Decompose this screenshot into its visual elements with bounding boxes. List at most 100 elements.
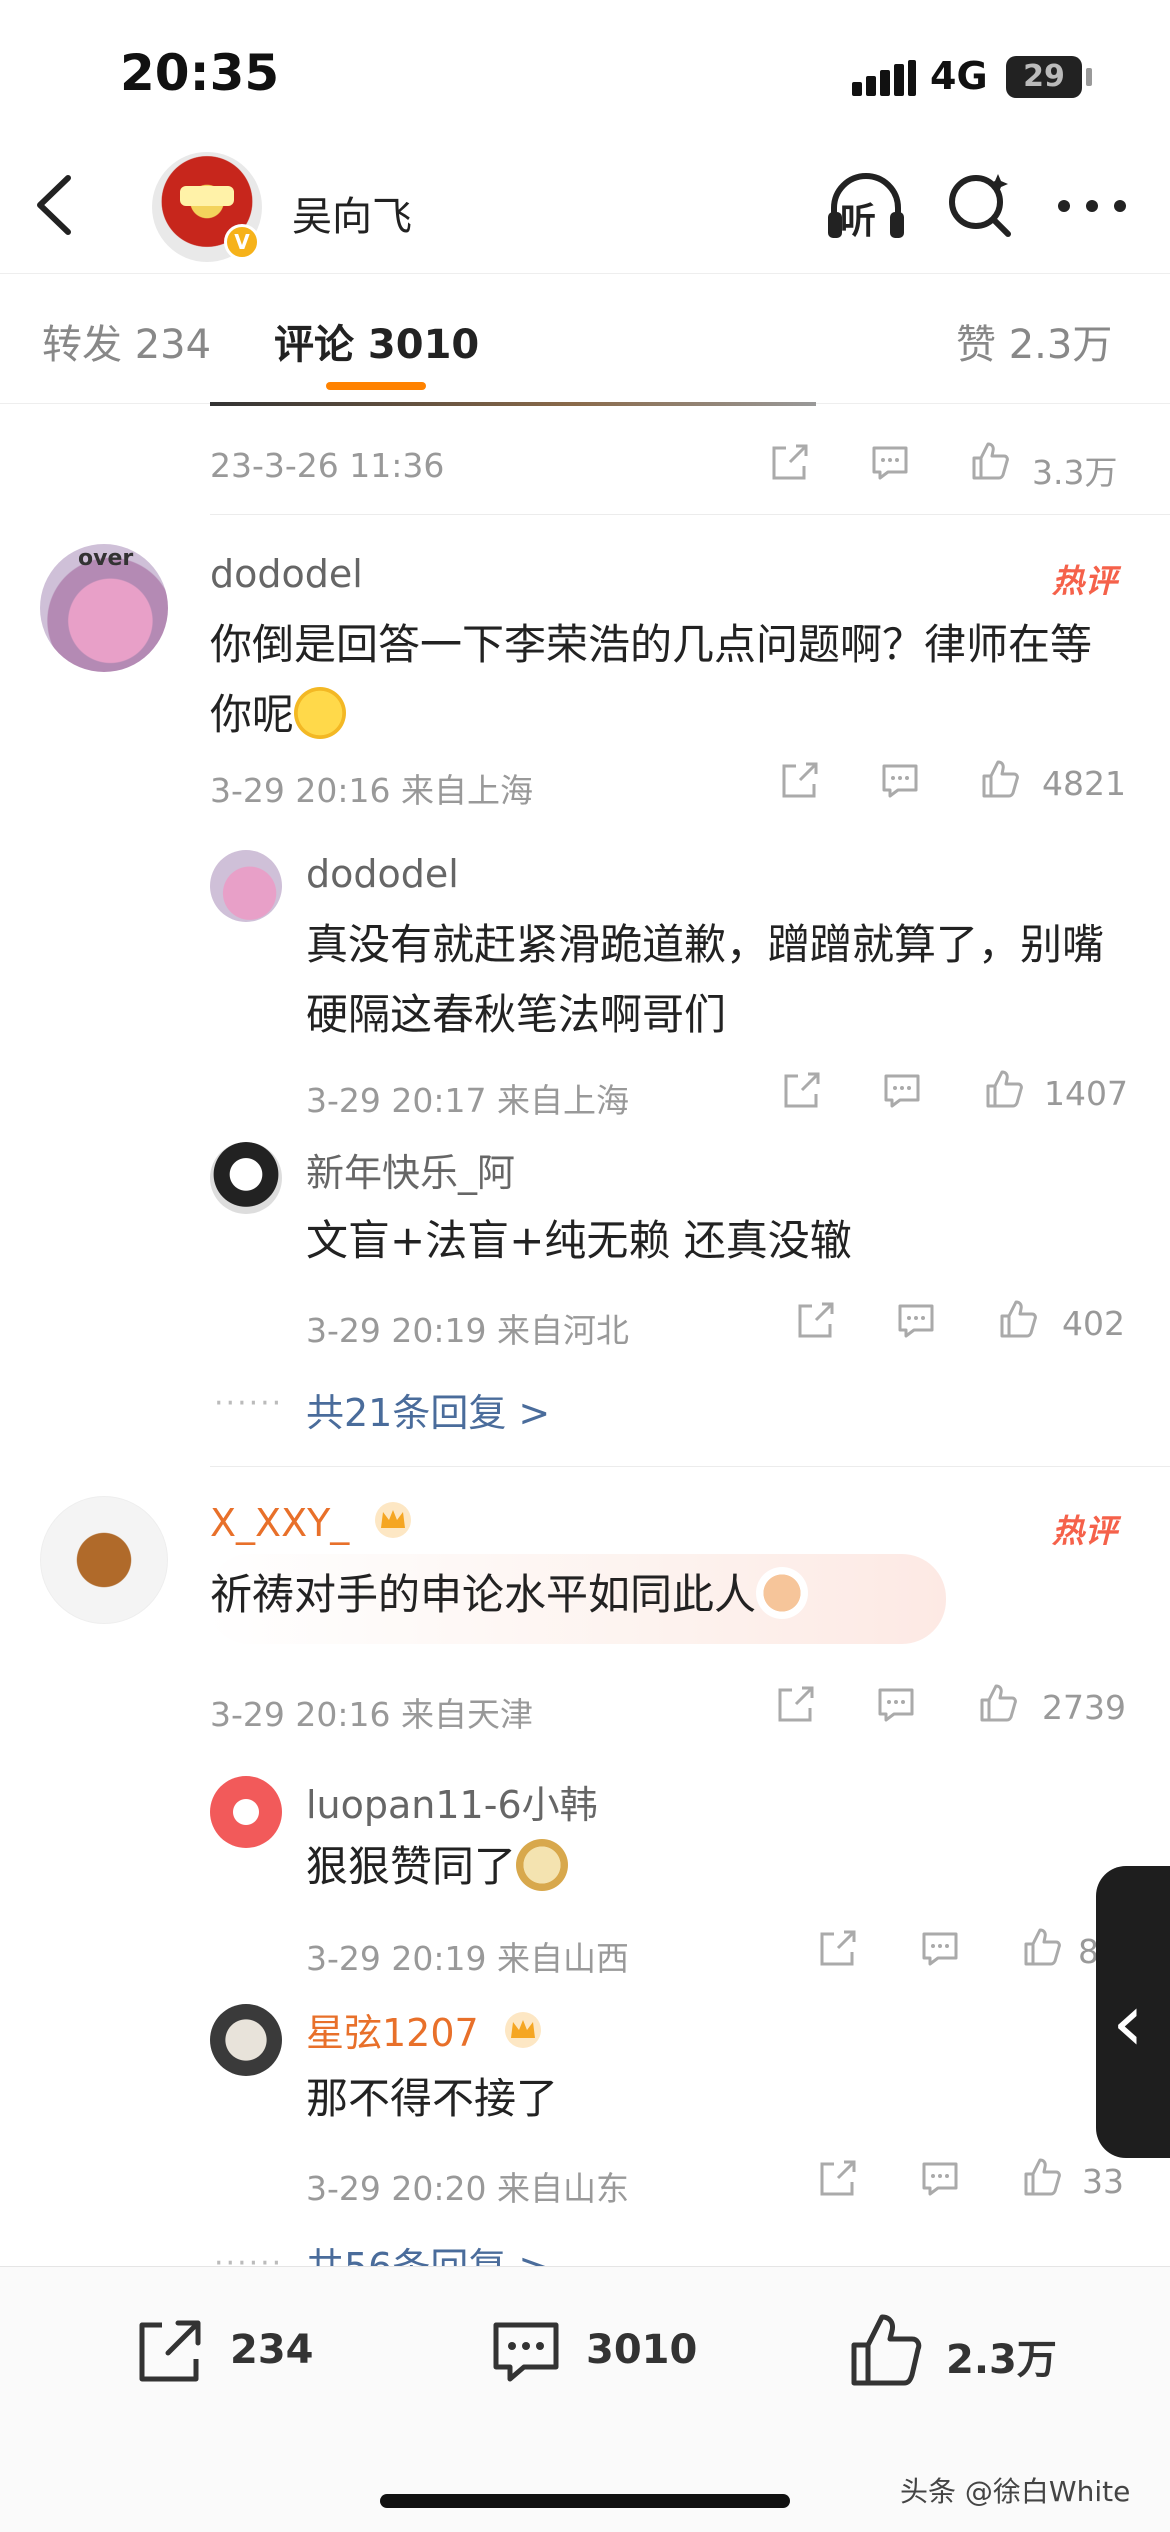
back-arrow-icon[interactable] bbox=[28, 170, 88, 240]
replies-dots: ······ bbox=[214, 1386, 284, 1421]
reply-avatar[interactable] bbox=[210, 2004, 282, 2076]
reply-text: 狠狠赞同了 bbox=[306, 1832, 1086, 1902]
comment-meta: 3-29 20:16 来自上海 bbox=[210, 771, 533, 810]
share-icon[interactable] bbox=[816, 1926, 860, 1970]
comment-button[interactable]: 3010 bbox=[488, 2311, 708, 2391]
post-timestamp: 23-3-26 11:36 bbox=[210, 446, 445, 485]
comment-icon[interactable] bbox=[868, 440, 912, 484]
like-icon bbox=[851, 2314, 922, 2386]
like-button[interactable]: 2.3万 bbox=[846, 2311, 1066, 2391]
commenter-avatar[interactable]: over bbox=[40, 544, 168, 672]
battery-icon: 29 bbox=[1006, 56, 1082, 98]
status-time: 20:35 bbox=[120, 44, 280, 102]
thinking-emoji-icon bbox=[294, 687, 347, 739]
comment-username[interactable]: X_XXY_ bbox=[210, 1500, 415, 1545]
share-icon[interactable] bbox=[816, 2156, 860, 2200]
comment-like-count: 2739 bbox=[1042, 1688, 1126, 1727]
watermark: 头条 @徐白White bbox=[900, 2475, 1131, 2508]
share-icon[interactable] bbox=[774, 1682, 818, 1726]
comment-action-row: 3-29 20:16 来自天津 2739 bbox=[210, 1682, 1130, 1734]
reply-username[interactable]: luopan11-6小韩 bbox=[306, 1774, 598, 1829]
commenter-avatar[interactable] bbox=[40, 1496, 168, 1624]
tab-bar: 转发 234 评论 3010 赞 2.3万 bbox=[0, 276, 1170, 404]
chevron-left-icon: ‹ bbox=[1112, 1976, 1144, 2069]
post-like-count: 3.3万 bbox=[1032, 453, 1118, 492]
listen-icon[interactable]: 听 bbox=[826, 172, 906, 242]
like-icon[interactable] bbox=[996, 1298, 1040, 1342]
comment-text: 祈祷对手的申论水平如同此人 bbox=[210, 1560, 1110, 1630]
home-indicator[interactable] bbox=[380, 2494, 790, 2508]
pray-hands-emoji-icon bbox=[756, 1567, 809, 1619]
comment-icon[interactable] bbox=[918, 2156, 962, 2200]
comment-icon[interactable] bbox=[880, 1068, 924, 1112]
repost-count: 234 bbox=[230, 2327, 314, 2373]
hot-comment-badge: 热评 bbox=[1052, 1512, 1119, 1550]
like-icon[interactable] bbox=[968, 440, 1012, 484]
more-icon[interactable] bbox=[1058, 200, 1128, 214]
comment-icon[interactable] bbox=[874, 1682, 918, 1726]
battery-tip bbox=[1086, 68, 1092, 86]
repost-button[interactable]: 234 bbox=[132, 2311, 332, 2391]
reply-username[interactable]: dododel bbox=[306, 852, 459, 896]
like-icon[interactable] bbox=[1020, 2156, 1064, 2200]
tab-likes[interactable]: 赞 2.3万 bbox=[956, 312, 1112, 370]
avatar-overlay-text: over bbox=[78, 546, 134, 571]
tab-active-indicator bbox=[326, 382, 426, 390]
comment-icon[interactable] bbox=[918, 1926, 962, 1970]
network-type: 4G bbox=[930, 54, 988, 98]
reply-action-row: 3-29 20:19 来自山西 8 bbox=[306, 1926, 1099, 1978]
verified-badge-icon: V bbox=[224, 224, 260, 260]
tab-reposts[interactable]: 转发 234 bbox=[42, 312, 211, 370]
like-icon[interactable] bbox=[978, 758, 1022, 802]
reply-meta: 3-29 20:17 来自上海 bbox=[306, 1081, 629, 1120]
reply-avatar[interactable] bbox=[210, 1776, 282, 1848]
share-icon[interactable] bbox=[794, 1298, 838, 1342]
view-more-replies-link[interactable]: 共21条回复 > bbox=[306, 1382, 550, 1437]
reply-username[interactable]: 新年快乐_阿 bbox=[306, 1142, 515, 1197]
reply-text: 那不得不接了 bbox=[306, 2074, 559, 2123]
hot-comment-badge: 热评 bbox=[1052, 562, 1119, 600]
reply-text: 文盲+法盲+纯无赖 还真没辙 bbox=[306, 1216, 852, 1265]
reply-username[interactable]: 星弦1207 bbox=[306, 2002, 545, 2057]
reply-action-row: 3-29 20:20 来自山东 33 bbox=[306, 2156, 1124, 2208]
post-meta-row: 23-3-26 11:36 3.3万 bbox=[210, 440, 1130, 492]
reply-like-count: 1407 bbox=[1044, 1074, 1128, 1113]
share-icon[interactable] bbox=[780, 1068, 824, 1112]
signal-icon bbox=[852, 60, 916, 96]
search-icon[interactable] bbox=[946, 170, 1016, 240]
share-icon[interactable] bbox=[768, 440, 812, 484]
like-count: 2.3万 bbox=[946, 2337, 1057, 2383]
reply-avatar[interactable] bbox=[210, 1142, 282, 1214]
battery-level: 29 bbox=[1023, 59, 1065, 94]
reply-text: 真没有就赶紧滑跪道歉，蹭蹭就算了，别嘴硬隔这春秋笔法啊哥们 bbox=[306, 920, 1105, 1039]
author-name[interactable]: 吴向飞 bbox=[292, 184, 412, 242]
crown-icon bbox=[504, 2012, 541, 2048]
reply-like-count: 402 bbox=[1062, 1304, 1125, 1343]
divider bbox=[210, 1466, 1170, 1467]
comment-icon[interactable] bbox=[894, 1298, 938, 1342]
comment-meta: 3-29 20:16 来自天津 bbox=[210, 1695, 533, 1734]
comment-icon bbox=[493, 2322, 559, 2382]
reply-meta: 3-29 20:20 来自山东 bbox=[306, 2169, 629, 2208]
like-icon[interactable] bbox=[976, 1682, 1020, 1726]
tab-comments[interactable]: 评论 3010 bbox=[274, 312, 479, 370]
repost-icon bbox=[139, 2320, 201, 2382]
like-icon[interactable] bbox=[982, 1068, 1026, 1112]
comment-icon[interactable] bbox=[878, 758, 922, 802]
reply-meta: 3-29 20:19 来自山西 bbox=[306, 1939, 629, 1978]
reply-action-row: 3-29 20:19 来自河北 402 bbox=[306, 1298, 1130, 1350]
comment-like-count: 4821 bbox=[1042, 764, 1126, 803]
reply-action-row: 3-29 20:17 来自上海 1407 bbox=[306, 1068, 1130, 1120]
reply-avatar[interactable] bbox=[210, 850, 282, 922]
comment-username[interactable]: dododel bbox=[210, 552, 363, 596]
divider bbox=[210, 514, 1170, 515]
reply-like-count: 33 bbox=[1082, 2162, 1124, 2201]
comment-action-row: 3-29 20:16 来自上海 4821 bbox=[210, 758, 1130, 810]
comment-text: 你倒是回答一下李荣浩的几点问题啊？律师在等你呢 bbox=[210, 620, 1093, 739]
post-image-edge bbox=[210, 402, 816, 406]
doge-emoji-icon bbox=[516, 1839, 569, 1891]
share-icon[interactable] bbox=[778, 758, 822, 802]
crown-icon bbox=[375, 1502, 412, 1538]
like-icon[interactable] bbox=[1020, 1926, 1064, 1970]
floating-panel-handle[interactable]: ‹ bbox=[1096, 1866, 1170, 2158]
